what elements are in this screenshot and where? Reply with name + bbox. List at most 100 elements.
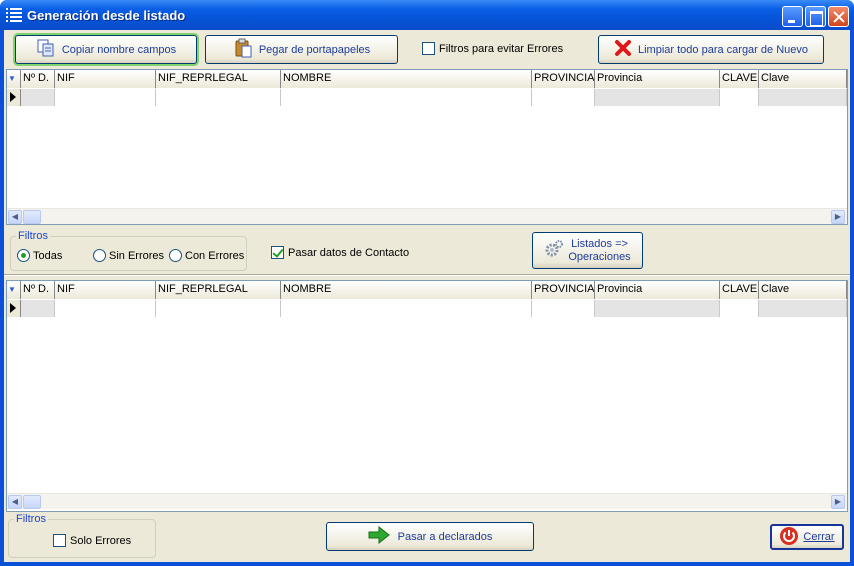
section-divider	[4, 274, 850, 276]
horizontal-scrollbar[interactable]: ◀ ▶	[7, 208, 847, 224]
column-header[interactable]: Provincia	[595, 281, 720, 299]
row-indicator-icon[interactable]	[7, 89, 21, 106]
filter-with-errors-label: Con Errores	[185, 249, 245, 262]
column-header[interactable]: NIF_REPRLEGAL	[156, 70, 281, 88]
listados-line1: Listados =>	[571, 237, 628, 250]
copy-fields-button[interactable]: Copiar nombre campos	[15, 35, 197, 64]
table-cell[interactable]	[156, 300, 281, 317]
row-indicator-icon[interactable]	[7, 300, 21, 317]
pass-to-declared-label: Pasar a declarados	[397, 530, 493, 543]
clear-all-button[interactable]: Limpiar todo para cargar de Nuevo	[598, 35, 824, 64]
copy-icon	[36, 39, 56, 60]
minimize-button[interactable]	[782, 6, 803, 27]
only-errors-checkbox[interactable]: Solo Errores	[53, 534, 131, 547]
window-title: Generación desde listado	[27, 8, 186, 23]
close-window-button[interactable]	[828, 6, 849, 27]
horizontal-scrollbar[interactable]: ◀ ▶	[7, 493, 847, 509]
scroll-left-icon[interactable]: ◀	[8, 210, 22, 224]
only-errors-label: Solo Errores	[70, 534, 132, 547]
contact-data-checkbox[interactable]: Pasar datos de Contacto	[271, 246, 409, 259]
filter-all-radio[interactable]: Todas	[17, 249, 62, 262]
red-x-icon	[614, 39, 632, 60]
table-cell[interactable]	[21, 300, 55, 317]
table-row[interactable]	[7, 300, 847, 317]
table-cell[interactable]	[21, 89, 55, 106]
column-header[interactable]: Clave	[759, 70, 847, 88]
error-filter-box[interactable]	[422, 42, 435, 55]
paste-clipboard-label: Pegar de portapapeles	[258, 43, 371, 56]
radio-unselected[interactable]	[93, 249, 106, 262]
table-cell[interactable]	[595, 300, 720, 317]
filter-no-errors-radio[interactable]: Sin Errores	[93, 249, 164, 262]
client-area: Copiar nombre campos Pegar de portapapel…	[4, 30, 850, 562]
column-header[interactable]: CLAVE	[720, 70, 759, 88]
scroll-thumb[interactable]	[23, 495, 41, 509]
table-cell[interactable]	[532, 300, 595, 317]
app-window: Generación desde listado Copiar nombre c…	[0, 0, 854, 566]
filter-with-errors-radio[interactable]: Con Errores	[169, 249, 244, 262]
close-button[interactable]: Cerrar	[770, 524, 844, 550]
table-cell[interactable]	[595, 89, 720, 106]
contact-data-label: Pasar datos de Contacto	[288, 246, 410, 259]
title-bar[interactable]: Generación desde listado	[0, 0, 854, 30]
table-cell[interactable]	[281, 89, 532, 106]
table-cell[interactable]	[55, 300, 156, 317]
radio-unselected[interactable]	[169, 249, 182, 262]
scroll-right-icon[interactable]: ▶	[831, 210, 845, 224]
column-header[interactable]: Nº D.	[21, 70, 55, 88]
contact-data-box[interactable]	[271, 246, 284, 259]
source-grid-header: ▼ Nº D. NIF NIF_REPRLEGAL NOMBRE PROVINC…	[7, 70, 847, 88]
column-header[interactable]: CLAVE	[720, 281, 759, 299]
error-filter-label: Filtros para evitar Errores	[439, 42, 564, 55]
table-cell[interactable]	[532, 89, 595, 106]
paste-clipboard-button[interactable]: Pegar de portapapeles	[205, 35, 398, 64]
bottom-filters-legend: Filtros	[14, 513, 48, 525]
result-grid-header: ▼ Nº D. NIF NIF_REPRLEGAL NOMBRE PROVINC…	[7, 281, 847, 299]
clear-all-label: Limpiar todo para cargar de Nuevo	[638, 43, 808, 56]
column-header[interactable]: NIF_REPRLEGAL	[156, 281, 281, 299]
table-cell[interactable]	[759, 300, 847, 317]
filters-legend: Filtros	[16, 230, 50, 242]
bottom-filters-group: Filtros Solo Errores	[8, 513, 156, 558]
gears-icon	[544, 239, 564, 262]
column-header[interactable]: NIF	[55, 281, 156, 299]
column-sort-icon[interactable]: ▼	[7, 70, 21, 88]
table-cell[interactable]	[720, 300, 759, 317]
column-header[interactable]: NIF	[55, 70, 156, 88]
listados-line2: Operaciones	[568, 250, 631, 263]
scroll-right-icon[interactable]: ▶	[831, 495, 845, 509]
table-cell[interactable]	[156, 89, 281, 106]
column-header[interactable]: PROVINCIA	[532, 281, 595, 299]
filters-group: Filtros Todas Sin Errores Con Errores	[10, 230, 247, 271]
table-row[interactable]	[7, 89, 847, 106]
column-header[interactable]: NOMBRE	[281, 281, 532, 299]
pass-to-declared-button[interactable]: Pasar a declarados	[326, 522, 534, 551]
radio-selected[interactable]	[17, 249, 30, 262]
list-icon	[6, 8, 22, 22]
maximize-button[interactable]	[805, 6, 826, 27]
clipboard-icon	[233, 38, 253, 61]
source-grid[interactable]: ▼ Nº D. NIF NIF_REPRLEGAL NOMBRE PROVINC…	[6, 69, 848, 225]
filter-no-errors-label: Sin Errores	[109, 249, 165, 262]
table-cell[interactable]	[281, 300, 532, 317]
table-cell[interactable]	[759, 89, 847, 106]
only-errors-box[interactable]	[53, 534, 66, 547]
scroll-left-icon[interactable]: ◀	[8, 495, 22, 509]
column-header[interactable]: Clave	[759, 281, 847, 299]
green-arrow-icon	[368, 525, 390, 547]
column-header[interactable]: NOMBRE	[281, 70, 532, 88]
scroll-thumb[interactable]	[23, 210, 41, 224]
column-header[interactable]: PROVINCIA	[532, 70, 595, 88]
table-cell[interactable]	[720, 89, 759, 106]
power-icon	[779, 526, 799, 549]
close-label: Cerrar	[803, 531, 835, 543]
result-grid[interactable]: ▼ Nº D. NIF NIF_REPRLEGAL NOMBRE PROVINC…	[6, 280, 848, 512]
copy-fields-label: Copiar nombre campos	[61, 43, 177, 56]
table-cell[interactable]	[55, 89, 156, 106]
column-header[interactable]: Provincia	[595, 70, 720, 88]
error-filter-checkbox[interactable]: Filtros para evitar Errores	[422, 42, 563, 55]
column-header[interactable]: Nº D.	[21, 281, 55, 299]
listados-operaciones-button[interactable]: Listados => Operaciones	[532, 232, 643, 269]
column-sort-icon[interactable]: ▼	[7, 281, 21, 299]
filter-all-label: Todas	[33, 249, 63, 262]
